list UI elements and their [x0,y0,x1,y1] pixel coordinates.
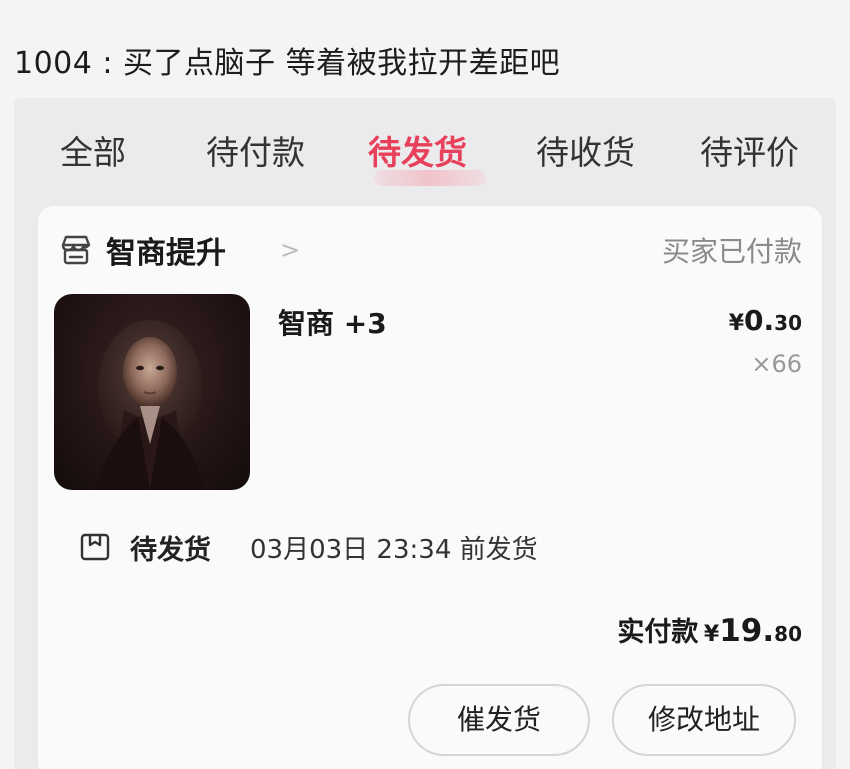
urge-shipment-button[interactable]: 催发货 [408,684,590,756]
product-quantity: ×66 [751,350,802,378]
amount-paid-currency: ¥ [703,622,720,647]
amount-paid-integer: 19. [719,613,775,649]
tab-pending-receipt[interactable]: 待收货 [536,126,635,174]
order-tabs: 全部 待付款 待发货 待收货 待评价 [14,118,836,186]
price-decimal: 30 [774,311,802,335]
order-card: 智商提升 > 买家已付款 智商 +3 ¥0.30 ×66 待发货 03月03日 … [38,206,822,769]
price-currency: ¥ [728,311,745,336]
amount-paid: 实付款 ¥19.80 [617,610,802,649]
product-image[interactable] [54,294,250,490]
shipping-status-label: 待发货 [130,535,211,566]
shop-name[interactable]: 智商提升 [106,228,226,272]
store-icon [61,235,91,265]
amount-paid-decimal: 80 [774,622,802,646]
portrait-image [94,320,206,490]
tab-pending-review[interactable]: 待评价 [700,126,799,174]
chevron-right-icon: > [280,236,301,264]
tab-pending-shipment[interactable]: 待发货 [368,126,467,174]
shipping-info: 待发货 03月03日 23:34 前发货 [78,528,798,568]
package-box-icon [80,533,110,561]
order-status: 买家已付款 [661,235,802,268]
shipping-deadline: 03月03日 23:34 前发货 [250,535,538,565]
product-name[interactable]: 智商 +3 [278,302,387,342]
price-integer: 0. [744,304,775,337]
amount-paid-label: 实付款 [617,617,699,648]
change-address-button[interactable]: 修改地址 [612,684,796,756]
app-screenshot: 全部 待付款 待发货 待收货 待评价 智商提升 > 买家已付款 智商 +3 ¥0… [14,98,836,769]
post-caption: 1004 : 买了点脑子 等着被我拉开差距吧 [14,46,561,81]
tab-all[interactable]: 全部 [60,126,126,174]
product-price: ¥0.30 [729,304,802,337]
tab-pending-payment[interactable]: 待付款 [206,126,305,174]
shop-header[interactable]: 智商提升 > 买家已付款 [58,228,802,272]
